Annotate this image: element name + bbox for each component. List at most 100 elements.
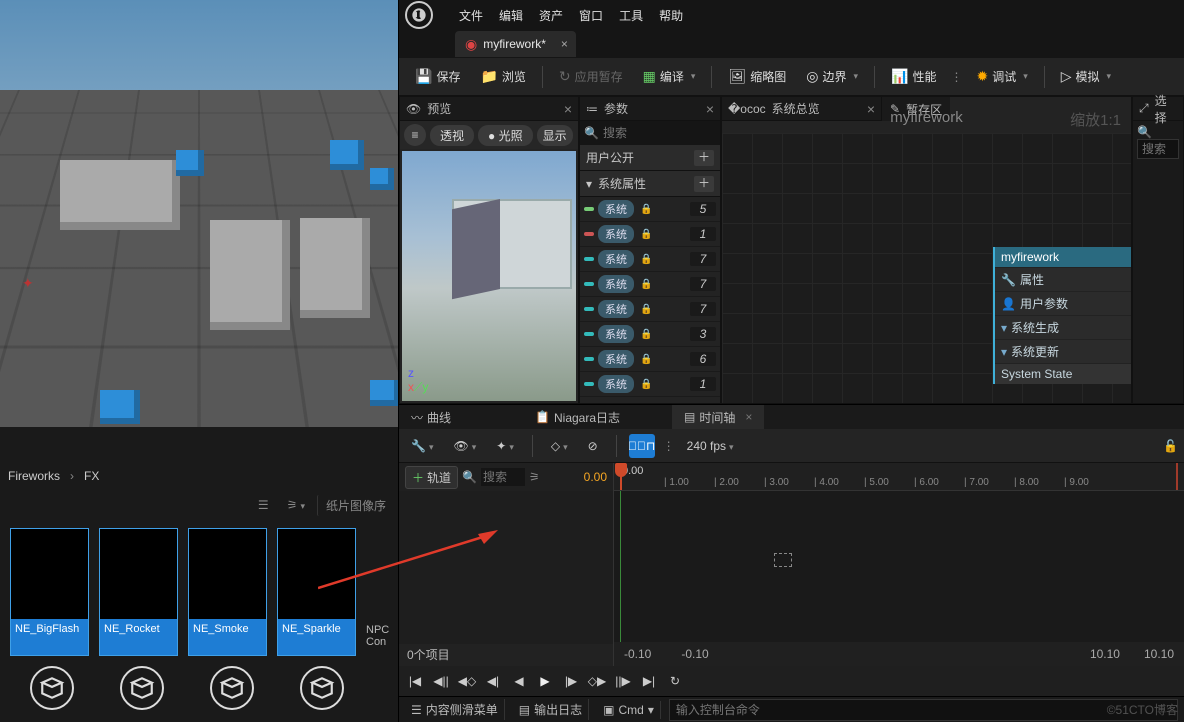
kebab-icon[interactable]: ⋮	[663, 439, 675, 453]
menu-window[interactable]: 窗口	[579, 7, 603, 24]
param-row[interactable]: 系统🔒7	[580, 272, 720, 297]
breadcrumb-root[interactable]: Fireworks	[8, 469, 60, 483]
document-tab[interactable]: ◉ myfirework* ×	[455, 31, 576, 57]
add-track-button[interactable]: ＋轨道	[405, 466, 458, 489]
level-viewport[interactable]: ✦	[0, 0, 398, 427]
reverse-button[interactable]: ◀	[509, 671, 529, 691]
filter-icon[interactable]: ⚞	[281, 496, 311, 514]
debug-button[interactable]: ✹调试	[968, 64, 1035, 89]
performance-button[interactable]: 📊性能	[883, 64, 944, 89]
transport-bar: |◀ ◀|| ◀◇ ◀| ◀ ▶ |▶ ◇▶ ||▶ ▶| ↻	[399, 666, 1184, 696]
show-pill[interactable]: 显示	[537, 125, 573, 146]
perspective-pill[interactable]: 透视	[430, 125, 474, 146]
node-row[interactable]: ▾系统更新	[995, 339, 1131, 363]
loop-button[interactable]: ↻	[665, 671, 685, 691]
param-row[interactable]: 系统🔒3	[580, 322, 720, 347]
snap-button[interactable]: �⃒⊓	[629, 434, 655, 458]
end-marker[interactable]	[1176, 463, 1178, 490]
asset-item[interactable]: NE_Rocket	[99, 528, 178, 656]
range-start-inner[interactable]: -0.10	[681, 647, 708, 661]
tab-niagara-log[interactable]: 📋Niagara日志	[523, 405, 632, 429]
prev-key-button[interactable]: ◀||	[431, 671, 451, 691]
asset-item[interactable]: NE_BigFlash	[10, 528, 89, 656]
menu-help[interactable]: 帮助	[659, 7, 683, 24]
node-row[interactable]: System State	[995, 363, 1131, 384]
kebab-icon[interactable]: ⋮	[948, 70, 964, 84]
material-sphere-icon[interactable]	[210, 666, 254, 710]
close-icon[interactable]: ×	[706, 101, 714, 117]
param-row[interactable]: 系统🔒1	[580, 222, 720, 247]
playhead[interactable]	[620, 463, 622, 490]
range-end-outer[interactable]: 10.10	[1144, 647, 1174, 661]
asset-item[interactable]: NE_Sparkle	[277, 528, 356, 656]
autokey-button[interactable]: ⊘	[582, 436, 604, 456]
add-icon[interactable]: ＋	[694, 176, 714, 192]
timeline-graph[interactable]: 0.00 | 1.00| 2.00| 3.00| 4.00| 5.00| 6.0…	[614, 463, 1184, 666]
unreal-logo-icon[interactable]	[405, 1, 433, 29]
content-drawer-button[interactable]: ☰内容侧滑菜单	[405, 699, 505, 720]
system-attr-header[interactable]: ▾系统属性＋	[580, 171, 720, 197]
param-row[interactable]: 系统🔒6	[580, 347, 720, 372]
preview-viewport[interactable]: zx⟋y	[402, 151, 576, 401]
node-row[interactable]: 👤用户参数	[995, 291, 1131, 315]
param-row[interactable]: 系统🔒7	[580, 297, 720, 322]
add-icon[interactable]: ＋	[694, 150, 714, 166]
track-search-input[interactable]	[481, 468, 525, 486]
thumb-seq-label[interactable]: 纸片图像序	[317, 495, 392, 516]
menu-edit[interactable]: 编辑	[499, 7, 523, 24]
fps-selector[interactable]: 240 fps	[683, 439, 738, 453]
thumbnail-button[interactable]: 🖼缩略图	[720, 64, 794, 89]
lighting-pill[interactable]: ● 光照	[478, 125, 533, 146]
param-row[interactable]: 系统🔒5	[580, 197, 720, 222]
apply-pause-button[interactable]: ↻应用暂存	[551, 64, 631, 89]
frame-back-button[interactable]: ◀|	[483, 671, 503, 691]
user-public-header[interactable]: 用户公开＋	[580, 145, 720, 171]
menu-file[interactable]: 文件	[459, 7, 483, 24]
breadcrumb-sub[interactable]: FX	[84, 469, 99, 483]
output-log-button[interactable]: ▤输出日志	[513, 699, 589, 720]
console-input[interactable]	[669, 699, 1178, 721]
filter-icon[interactable]: ⚞	[529, 470, 540, 484]
node-row[interactable]: ▾系统生成	[995, 315, 1131, 339]
cmd-label[interactable]: ▣Cmd ▾	[597, 701, 661, 719]
param-row[interactable]: 系统🔒1	[580, 372, 720, 397]
lock-icon[interactable]: 🔓	[1163, 439, 1178, 453]
bounds-button[interactable]: ◎边界	[798, 64, 866, 89]
step-fwd-button[interactable]: ◇▶	[587, 671, 607, 691]
range-start-outer[interactable]: -0.10	[624, 647, 651, 661]
playback-dropdown[interactable]: ✦	[490, 436, 520, 456]
view-dropdown[interactable]: 👁	[447, 436, 482, 456]
to-end-button[interactable]: ▶|	[639, 671, 659, 691]
selection-search-input[interactable]	[1137, 139, 1179, 159]
browse-button[interactable]: 📁浏览	[472, 64, 533, 89]
save-button[interactable]: 💾保存	[407, 64, 468, 89]
tab-timeline[interactable]: ▤时间轴×	[672, 405, 764, 429]
menu-asset[interactable]: 资产	[539, 7, 563, 24]
frame-fwd-button[interactable]: |▶	[561, 671, 581, 691]
param-value: 6	[690, 352, 716, 366]
asset-item[interactable]: NE_Smoke	[188, 528, 267, 656]
list-view-icon[interactable]: ☰	[252, 496, 275, 514]
next-key-button[interactable]: ||▶	[613, 671, 633, 691]
timeline-ruler[interactable]: 0.00 | 1.00| 2.00| 3.00| 4.00| 5.00| 6.0…	[614, 463, 1184, 491]
menu-tools[interactable]: 工具	[619, 7, 643, 24]
param-row[interactable]: 系统🔒7	[580, 247, 720, 272]
step-back-button[interactable]: ◀◇	[457, 671, 477, 691]
material-sphere-icon[interactable]	[30, 666, 74, 710]
node-row[interactable]: 🔧属性	[995, 267, 1131, 291]
material-sphere-icon[interactable]	[120, 666, 164, 710]
menu-icon[interactable]: ≡	[404, 124, 426, 146]
wrench-dropdown[interactable]: 🔧	[405, 436, 439, 456]
simulate-button[interactable]: ▷模拟	[1053, 64, 1119, 89]
material-sphere-icon[interactable]	[300, 666, 344, 710]
close-icon[interactable]: ×	[745, 410, 752, 424]
close-icon[interactable]: ×	[564, 101, 572, 117]
tab-curve[interactable]: 〰曲线	[399, 405, 463, 429]
play-button[interactable]: ▶	[535, 671, 555, 691]
key-dropdown[interactable]: ◇	[545, 436, 574, 456]
to-start-button[interactable]: |◀	[405, 671, 425, 691]
compile-button[interactable]: ▦编译	[635, 64, 704, 89]
system-node[interactable]: myfirework 🔧属性 👤用户参数 ▾系统生成 ▾系统更新 System …	[993, 247, 1131, 384]
close-icon[interactable]: ×	[561, 37, 568, 51]
range-end-inner[interactable]: 10.10	[1090, 647, 1120, 661]
